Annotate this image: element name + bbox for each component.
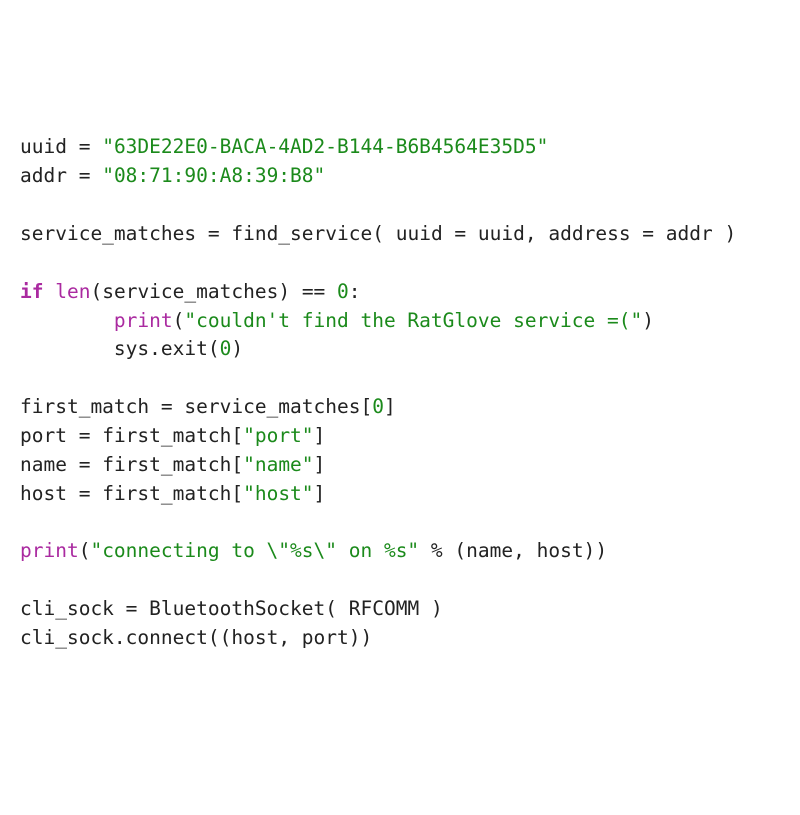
punctuation: ] [314, 453, 326, 476]
punctuation: ( [372, 222, 395, 245]
punctuation: , [278, 626, 301, 649]
method-call: connect [126, 626, 208, 649]
string-literal: "08:71:90:A8:39:B8" [102, 164, 325, 187]
punctuation: ] [314, 424, 326, 447]
punctuation: : [349, 280, 361, 303]
variable-name: service_matches [102, 280, 278, 303]
code-line: port = first_match["port"] [20, 424, 325, 447]
operator: = [443, 222, 478, 245]
code-line: addr = "08:71:90:A8:39:B8" [20, 164, 325, 187]
builtin-func: print [114, 309, 173, 332]
string-literal: "63DE22E0-BACA-4AD2-B144-B6B4564E35D5" [102, 135, 548, 158]
code-line: first_match = service_matches[0] [20, 395, 396, 418]
punctuation: , [525, 222, 548, 245]
variable-name: first_match [20, 395, 149, 418]
variable-name: port [302, 626, 349, 649]
variable-name: name [20, 453, 67, 476]
code-line: name = first_match["name"] [20, 453, 325, 476]
punctuation: [ [360, 395, 372, 418]
punctuation: ] [384, 395, 396, 418]
operator: = [67, 482, 102, 505]
punctuation: [ [231, 482, 243, 505]
builtin-func: len [55, 280, 90, 303]
punctuation: ) [713, 222, 736, 245]
operator: = [631, 222, 666, 245]
punctuation: ) [419, 597, 442, 620]
punctuation: ( [208, 337, 220, 360]
variable-name: cli_sock [20, 597, 114, 620]
variable-name: service_matches [184, 395, 360, 418]
punctuation: )) [349, 626, 372, 649]
operator: = [67, 453, 102, 476]
string-literal: "connecting to \"%s\" on %s" [90, 539, 419, 562]
variable-name: uuid [478, 222, 525, 245]
code-line: host = first_match["host"] [20, 482, 325, 505]
punctuation: [ [231, 424, 243, 447]
punctuation: ) [278, 280, 290, 303]
number-literal: 0 [372, 395, 384, 418]
punctuation: . [149, 337, 161, 360]
variable-name: cli_sock [20, 626, 114, 649]
tuple-args: (name, host) [454, 539, 595, 562]
punctuation: ( [79, 539, 91, 562]
operator: = [67, 135, 102, 158]
keyword-arg: address [548, 222, 630, 245]
code-line: uuid = "63DE22E0-BACA-4AD2-B144-B6B4564E… [20, 135, 548, 158]
string-literal: "couldn't find the RatGlove service =(" [184, 309, 642, 332]
builtin-func: print [20, 539, 79, 562]
code-line: print("couldn't find the RatGlove servic… [20, 309, 654, 332]
operator: == [290, 280, 337, 303]
punctuation: ) [231, 337, 243, 360]
code-line: if len(service_matches) == 0: [20, 280, 361, 303]
operator: % [419, 539, 454, 562]
keyword: if [20, 280, 43, 303]
punctuation: ( [173, 309, 185, 332]
punctuation: (( [208, 626, 231, 649]
operator: = [114, 597, 149, 620]
code-line: service_matches = find_service( uuid = u… [20, 222, 736, 245]
punctuation: ] [314, 482, 326, 505]
punctuation: ( [90, 280, 102, 303]
code-line: cli_sock = BluetoothSocket( RFCOMM ) [20, 597, 443, 620]
number-literal: 0 [220, 337, 232, 360]
variable-name: host [20, 482, 67, 505]
variable-name: port [20, 424, 67, 447]
variable-name: service_matches [20, 222, 196, 245]
code-line: sys.exit(0) [20, 337, 243, 360]
variable-name: uuid [20, 135, 67, 158]
number-literal: 0 [337, 280, 349, 303]
operator: = [149, 395, 184, 418]
variable-name: first_match [102, 424, 231, 447]
operator: = [67, 164, 102, 187]
string-literal: "host" [243, 482, 313, 505]
function-call: find_service [231, 222, 372, 245]
function-call: exit [161, 337, 208, 360]
string-literal: "port" [243, 424, 313, 447]
punctuation: ( [325, 597, 348, 620]
operator: = [67, 424, 102, 447]
punctuation: . [114, 626, 126, 649]
module-name: sys [114, 337, 149, 360]
punctuation: [ [231, 453, 243, 476]
operator: = [196, 222, 231, 245]
code-line: print("connecting to \"%s\" on %s" % (na… [20, 539, 607, 562]
variable-name: first_match [102, 453, 231, 476]
code-snippet: uuid = "63DE22E0-BACA-4AD2-B144-B6B4564E… [20, 133, 780, 652]
punctuation: ) [595, 539, 607, 562]
code-line: cli_sock.connect((host, port)) [20, 626, 372, 649]
constant: RFCOMM [349, 597, 419, 620]
keyword-arg: uuid [396, 222, 443, 245]
punctuation: ) [642, 309, 654, 332]
variable-name: addr [666, 222, 713, 245]
string-literal: "name" [243, 453, 313, 476]
variable-name: host [231, 626, 278, 649]
variable-name: addr [20, 164, 67, 187]
class-constructor: BluetoothSocket [149, 597, 325, 620]
variable-name: first_match [102, 482, 231, 505]
